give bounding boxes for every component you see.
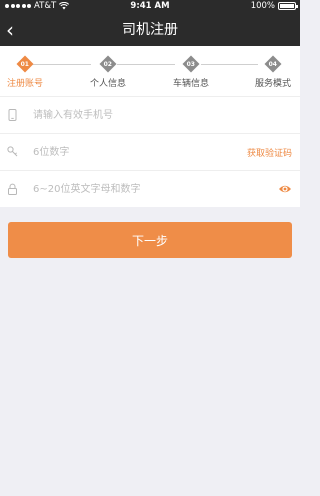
step-personal-info: 02 个人信息 bbox=[73, 54, 143, 89]
key-icon bbox=[7, 146, 18, 157]
get-code-button[interactable]: 获取验证码 bbox=[247, 146, 292, 159]
verification-code-input[interactable] bbox=[33, 143, 233, 161]
lock-icon bbox=[8, 183, 17, 195]
step-service-mode: 04 服务模式 bbox=[238, 54, 308, 89]
step-label: 车辆信息 bbox=[172, 79, 209, 89]
step-marker-icon: 03 bbox=[182, 55, 200, 73]
status-bar: AT&T 9:41 AM 100% bbox=[0, 0, 300, 14]
step-vehicle-info: 03 车辆信息 bbox=[156, 54, 226, 89]
password-row bbox=[0, 170, 300, 207]
step-marker-icon: 01 bbox=[16, 55, 34, 73]
battery-indicator: 100% bbox=[250, 1, 298, 11]
step-marker-icon: 04 bbox=[264, 55, 282, 73]
eye-icon[interactable] bbox=[278, 183, 292, 195]
page-title: 司机注册 bbox=[122, 22, 178, 38]
password-input[interactable] bbox=[33, 180, 233, 198]
code-row: 获取验证码 bbox=[0, 133, 300, 170]
battery-icon bbox=[278, 2, 298, 10]
step-label: 个人信息 bbox=[89, 79, 126, 89]
step-register-account: 01 注册账号 bbox=[0, 54, 60, 89]
phone-row bbox=[0, 96, 300, 133]
phone-input[interactable] bbox=[33, 106, 233, 124]
navigation-bar: ‹ 司机注册 bbox=[0, 14, 300, 46]
battery-percent: 100% bbox=[250, 1, 275, 11]
phone-icon bbox=[8, 109, 17, 121]
registration-form: 获取验证码 bbox=[0, 96, 300, 207]
step-marker-icon: 02 bbox=[99, 55, 117, 73]
registration-progress: 01 注册账号 02 个人信息 03 车辆信息 04 服务模式 bbox=[0, 46, 300, 96]
step-label: 注册账号 bbox=[6, 79, 43, 89]
step-label: 服务模式 bbox=[254, 79, 291, 89]
next-step-button[interactable]: 下一步 bbox=[8, 222, 292, 258]
